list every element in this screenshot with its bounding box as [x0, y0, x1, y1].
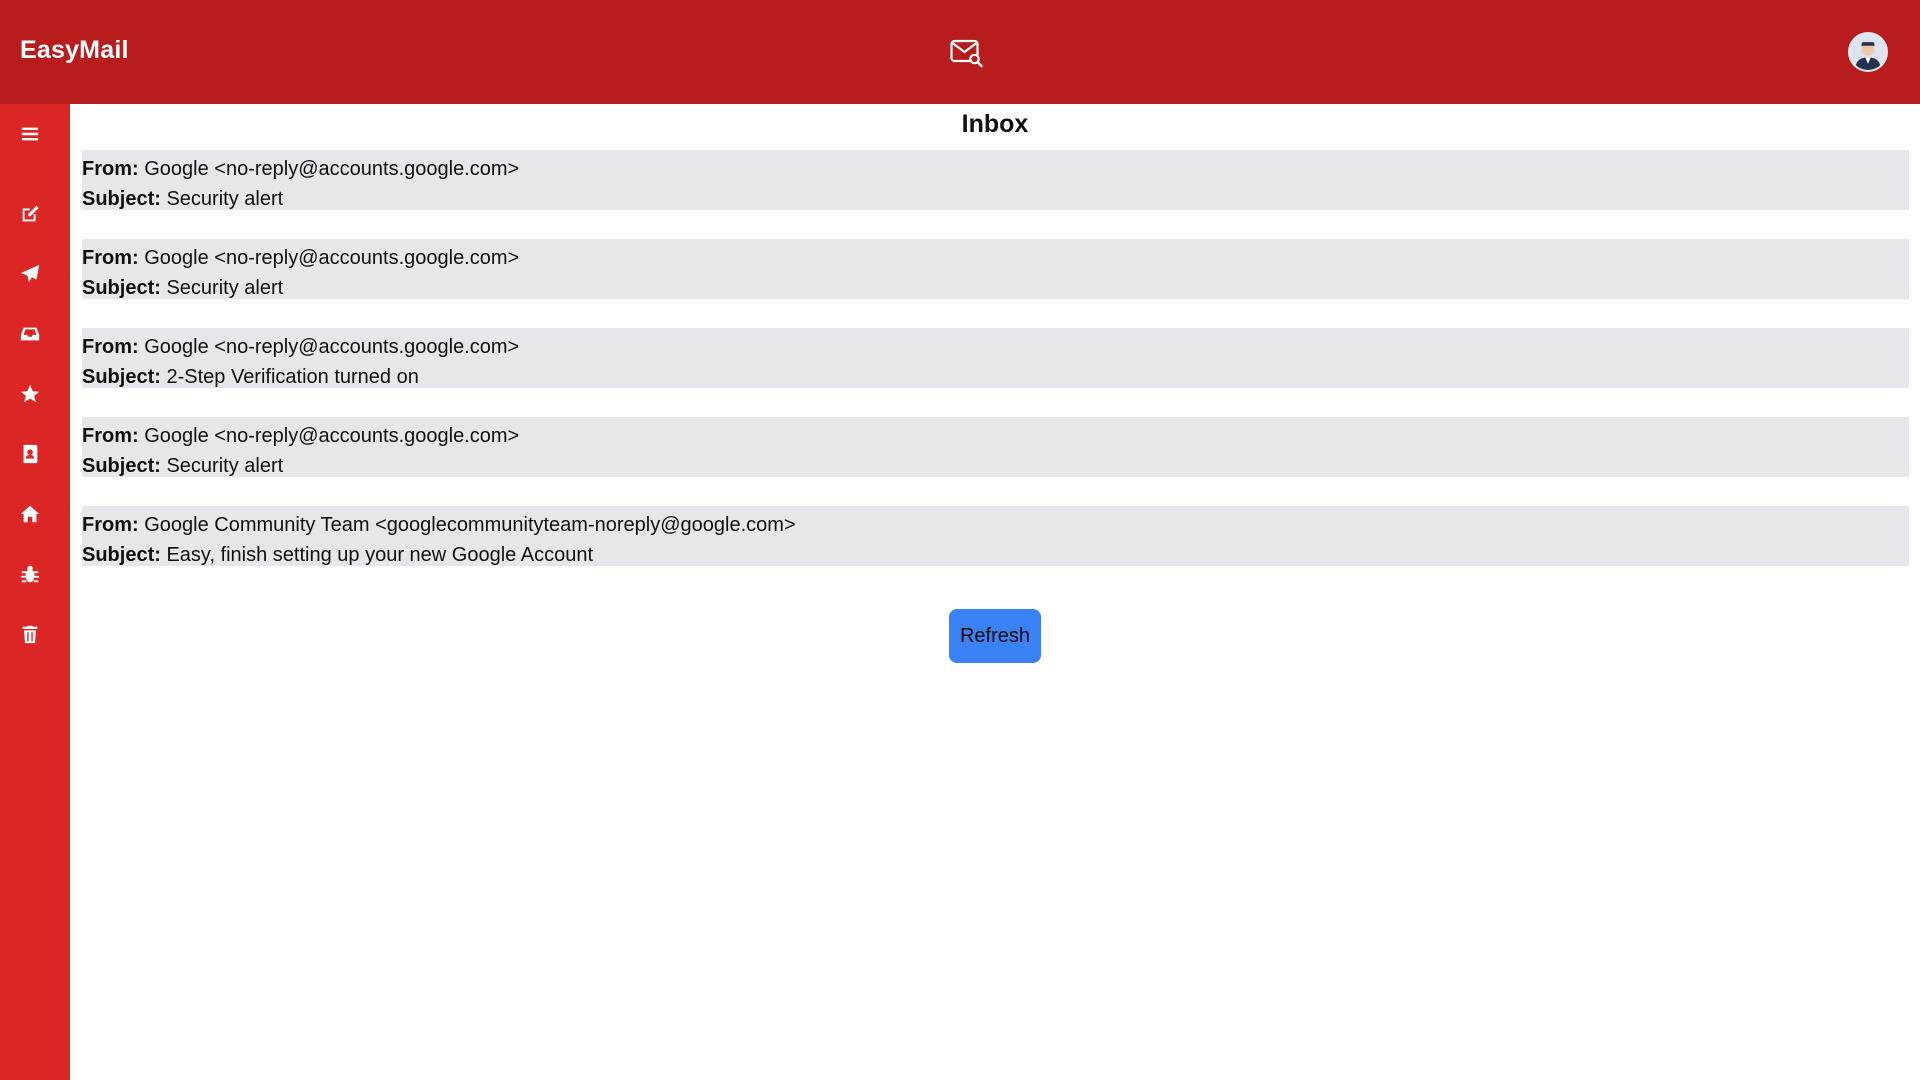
email-item[interactable]: From: Google Community Team <googlecommu… [82, 506, 1909, 566]
email-subject-line: Subject: Easy, finish setting up your ne… [82, 540, 1909, 570]
email-subject-line: Subject: 2-Step Verification turned on [82, 362, 1909, 392]
email-subject-line: Subject: Security alert [82, 184, 1909, 214]
email-subject: Security alert [166, 455, 284, 477]
main-content: Inbox From: Google <no-reply@accounts.go… [70, 104, 1920, 1080]
email-item[interactable]: From: Google <no-reply@accounts.google.c… [82, 417, 1909, 477]
from-label: From: [82, 514, 139, 536]
inbox-icon[interactable] [15, 319, 45, 349]
refresh-button[interactable]: Refresh [949, 609, 1041, 663]
email-from: Google <no-reply@accounts.google.com> [144, 158, 520, 180]
menu-icon[interactable] [15, 119, 45, 149]
contacts-icon[interactable] [15, 439, 45, 469]
star-icon[interactable] [15, 379, 45, 409]
from-label: From: [82, 158, 139, 180]
home-icon[interactable] [15, 499, 45, 529]
spam-icon[interactable] [15, 559, 45, 589]
email-from: Google <no-reply@accounts.google.com> [144, 425, 520, 447]
from-label: From: [82, 425, 139, 447]
from-label: From: [82, 247, 139, 269]
email-from-line: From: Google <no-reply@accounts.google.c… [82, 332, 1909, 362]
top-header: EasyMail [0, 0, 1920, 104]
email-subject: 2-Step Verification turned on [166, 366, 419, 388]
from-label: From: [82, 336, 139, 358]
email-from-line: From: Google <no-reply@accounts.google.c… [82, 421, 1909, 451]
page-title: Inbox [961, 110, 1029, 138]
email-from-line: From: Google <no-reply@accounts.google.c… [82, 243, 1909, 273]
email-item[interactable]: From: Google <no-reply@accounts.google.c… [82, 328, 1909, 388]
subject-label: Subject: [82, 455, 161, 477]
email-subject: Security alert [166, 277, 284, 299]
email-from-line: From: Google Community Team <googlecommu… [82, 510, 1909, 540]
email-subject-line: Subject: Security alert [82, 273, 1909, 303]
sent-icon[interactable] [15, 259, 45, 289]
mail-search-icon[interactable] [950, 38, 984, 68]
email-from: Google Community Team <googlecommunityte… [144, 514, 796, 536]
left-sidebar [0, 104, 70, 1080]
email-from: Google <no-reply@accounts.google.com> [144, 336, 520, 358]
subject-label: Subject: [82, 188, 161, 210]
subject-label: Subject: [82, 277, 161, 299]
email-list: From: Google <no-reply@accounts.google.c… [82, 150, 1909, 595]
app-root: EasyMail Inbox From: Google <no-reply@ac… [0, 0, 1920, 1080]
email-item[interactable]: From: Google <no-reply@accounts.google.c… [82, 150, 1909, 210]
app-brand[interactable]: EasyMail [20, 36, 129, 65]
subject-label: Subject: [82, 544, 161, 566]
email-subject-line: Subject: Security alert [82, 451, 1909, 481]
compose-icon[interactable] [15, 199, 45, 229]
email-item[interactable]: From: Google <no-reply@accounts.google.c… [82, 239, 1909, 299]
email-from: Google <no-reply@accounts.google.com> [144, 247, 520, 269]
user-avatar[interactable] [1848, 32, 1888, 72]
subject-label: Subject: [82, 366, 161, 388]
trash-icon[interactable] [15, 619, 45, 649]
email-subject: Easy, finish setting up your new Google … [166, 544, 594, 566]
email-subject: Security alert [166, 188, 284, 210]
email-from-line: From: Google <no-reply@accounts.google.c… [82, 154, 1909, 184]
